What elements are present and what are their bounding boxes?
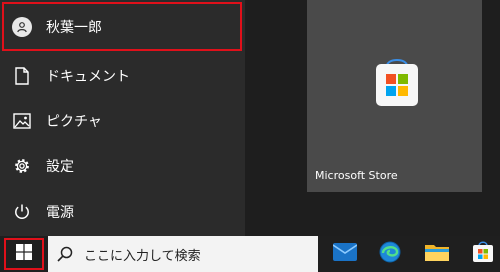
- tile-microsoft-store-label: Microsoft Store: [315, 169, 398, 182]
- start-menu-tiles-panel: Microsoft Store: [245, 0, 500, 236]
- menu-item-documents-label: ドキュメント: [46, 69, 130, 85]
- microsoft-store-icon: [374, 56, 420, 112]
- taskbar-app-file-explorer[interactable]: [422, 240, 452, 268]
- search-placeholder: ここに入力して検索: [84, 248, 201, 264]
- menu-item-settings[interactable]: 設定: [0, 144, 245, 188]
- tile-microsoft-store[interactable]: Microsoft Store: [307, 0, 482, 192]
- taskbar-app-mail[interactable]: [330, 240, 360, 268]
- edge-icon: [379, 241, 401, 267]
- taskbar-search-box[interactable]: ここに入力して検索: [48, 236, 318, 272]
- menu-item-power-label: 電源: [46, 205, 74, 221]
- user-name-label: 秋葉一郎: [46, 20, 102, 36]
- start-menu-left-panel: 秋葉一郎 ドキュメント ピクチャ 設定 電源: [0, 0, 245, 236]
- start-menu: 秋葉一郎 ドキュメント ピクチャ 設定 電源 Microsoft Store: [0, 0, 500, 236]
- document-icon: [12, 66, 32, 86]
- menu-item-pictures-label: ピクチャ: [46, 114, 102, 130]
- user-account-item[interactable]: 秋葉一郎: [0, 4, 245, 50]
- taskbar-app-edge[interactable]: [375, 240, 405, 268]
- picture-icon: [12, 111, 32, 131]
- start-button[interactable]: [6, 238, 42, 270]
- taskbar: ここに入力して検索: [0, 236, 500, 272]
- menu-item-power[interactable]: 電源: [0, 190, 245, 234]
- menu-item-settings-label: 設定: [46, 159, 74, 175]
- file-explorer-icon: [425, 242, 449, 266]
- user-avatar-icon: [12, 17, 32, 37]
- mail-icon: [332, 243, 358, 265]
- gear-icon: [12, 156, 32, 176]
- menu-item-documents[interactable]: ドキュメント: [0, 54, 245, 98]
- menu-item-pictures[interactable]: ピクチャ: [0, 99, 245, 143]
- taskbar-app-store[interactable]: [468, 240, 498, 268]
- windows-logo-icon: [16, 244, 32, 264]
- power-icon: [12, 202, 32, 222]
- store-icon: [472, 241, 494, 267]
- search-icon: [56, 245, 74, 267]
